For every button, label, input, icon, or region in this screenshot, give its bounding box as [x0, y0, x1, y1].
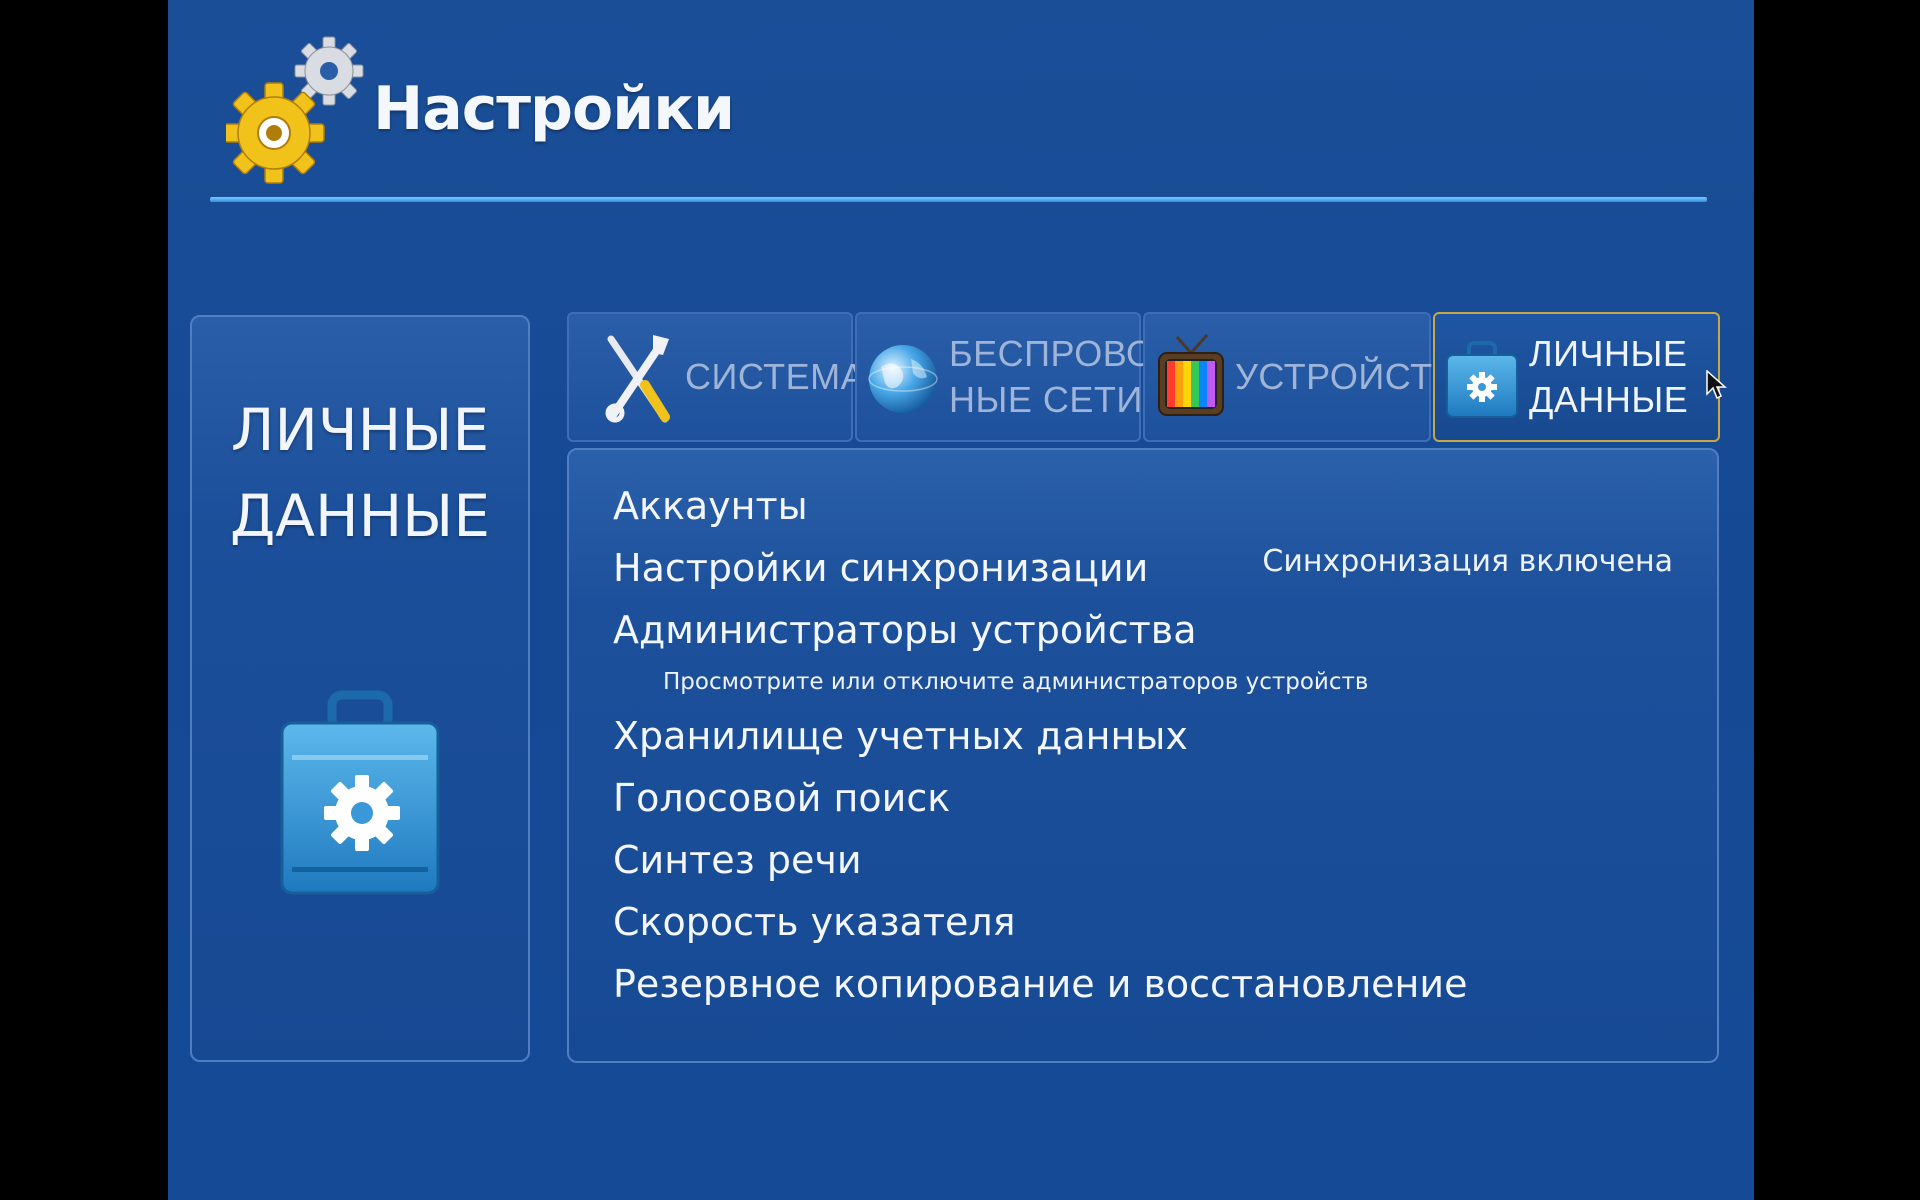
menu-item-device-admins[interactable]: Администраторы устройства: [613, 608, 1197, 652]
category-title-line2: ДАННЫЕ: [229, 482, 491, 550]
device-admins-description: Просмотрите или отключите администраторо…: [663, 669, 1369, 695]
globe-icon: [868, 345, 938, 413]
mouse-cursor-icon: [1706, 370, 1727, 400]
tools-icon: [605, 335, 670, 423]
tab-device[interactable]: УСТРОЙСТВО: [1143, 312, 1484, 442]
tv-icon: [1158, 334, 1224, 416]
category-tabs: СИСТЕМА БЕСПРОВОД НЫЕ СЕТИ УСТРОЙСТВО ЛИ…: [567, 312, 1720, 444]
tab-system[interactable]: СИСТЕМА: [567, 312, 865, 442]
menu-item-accounts[interactable]: Аккаунты: [613, 484, 808, 528]
briefcase-gear-icon: [1446, 341, 1518, 418]
settings-list: Аккаунты Настройки синхронизации Синхрон…: [567, 448, 1719, 1063]
menu-item-pointer-speed[interactable]: Скорость указателя: [613, 900, 1016, 944]
settings-screen: Настройки ЛИЧНЫЕ ДАННЫЕ СИСТЕМА БЕСПРОВО…: [168, 0, 1754, 1200]
menu-item-sync[interactable]: Настройки синхронизации: [613, 546, 1148, 590]
tab-personal-label: ЛИЧНЫЕ ДАННЫЕ: [1529, 331, 1688, 423]
category-title: ЛИЧНЫЕ ДАННЫЕ: [192, 387, 528, 559]
header: Настройки: [168, 0, 1754, 205]
tab-system-label: СИСТЕМА: [685, 354, 865, 400]
tab-system-label-line1: СИСТЕМА: [685, 356, 866, 397]
tab-wireless[interactable]: БЕСПРОВОД НЫЕ СЕТИ: [855, 312, 1178, 442]
category-title-line1: ЛИЧНЫЕ: [230, 396, 490, 464]
tab-personal-label-line2: ДАННЫЕ: [1529, 379, 1689, 420]
sync-status: Синхронизация включена: [1262, 544, 1673, 579]
tab-personal[interactable]: ЛИЧНЫЕ ДАННЫЕ: [1433, 312, 1720, 442]
gears-icon: [226, 36, 364, 184]
briefcase-gear-icon: [280, 690, 440, 895]
menu-item-tts[interactable]: Синтез речи: [613, 838, 862, 882]
tab-personal-label-line1: ЛИЧНЫЕ: [1529, 333, 1688, 374]
menu-item-backup[interactable]: Резервное копирование и восстановление: [613, 962, 1467, 1006]
menu-item-voice-search[interactable]: Голосовой поиск: [613, 776, 950, 820]
header-divider: [210, 197, 1707, 202]
category-panel: ЛИЧНЫЕ ДАННЫЕ: [190, 315, 530, 1062]
menu-item-credentials[interactable]: Хранилище учетных данных: [613, 714, 1188, 758]
page-title: Настройки: [373, 74, 735, 144]
